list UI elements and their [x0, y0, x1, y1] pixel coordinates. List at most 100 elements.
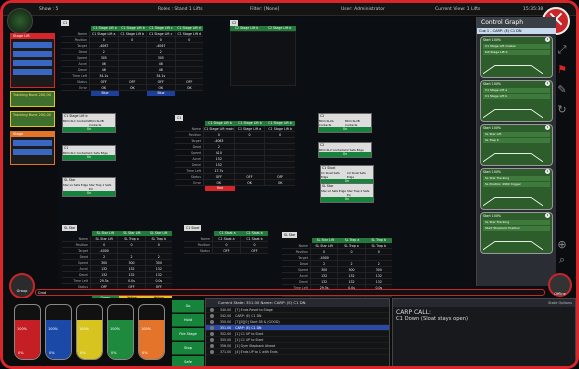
table-cell[interactable]: SL Trap b — [144, 236, 172, 241]
table-cell[interactable]: SL Trap a — [117, 236, 145, 241]
table-cell[interactable] — [264, 150, 296, 155]
lift-item[interactable] — [13, 140, 52, 146]
table-cell[interactable]: 305 — [89, 55, 118, 60]
table-cell[interactable] — [117, 61, 146, 66]
state-options-button[interactable]: State Options — [393, 299, 575, 307]
color-button[interactable]: Red — [205, 186, 235, 191]
table-cell[interactable]: 34.1s — [146, 73, 175, 78]
table-cell[interactable] — [174, 43, 203, 48]
table-cell[interactable]: 0 — [310, 249, 338, 254]
table-cell[interactable]: OFF — [89, 79, 118, 84]
table-cell[interactable]: 0 — [89, 37, 118, 42]
lift-item[interactable] — [13, 149, 52, 155]
side-button[interactable]: Go — [172, 300, 204, 313]
table-cell[interactable] — [174, 49, 203, 54]
tracking-panel-1[interactable]: Tracking Bunk 200,00 — [10, 91, 55, 107]
table-cell[interactable] — [117, 49, 146, 54]
table-cell[interactable]: C1 Sloat a — [212, 236, 240, 241]
table-cell[interactable] — [174, 73, 203, 78]
table-cell[interactable]: 132 — [117, 266, 145, 271]
table-cell[interactable]: 0 — [144, 242, 172, 247]
table-cell[interactable]: 300 — [310, 267, 338, 272]
table-cell[interactable]: 0.0s — [117, 278, 145, 283]
table-cell[interactable]: SL Trap a — [337, 243, 365, 248]
table-cell[interactable]: 46 — [146, 61, 175, 66]
table-cell[interactable]: 0.0s — [144, 278, 172, 283]
table-cell[interactable]: OK — [117, 85, 146, 90]
table-cell[interactable] — [364, 255, 392, 260]
table-cell[interactable]: -4067 — [146, 43, 175, 48]
wrench-icon[interactable]: ✎ — [553, 83, 571, 97]
table-cell[interactable] — [233, 150, 265, 155]
table-cell[interactable]: 0 — [212, 242, 240, 247]
table-cell[interactable]: C1 Stage Lift d — [174, 31, 203, 36]
table-cell[interactable]: 305 — [146, 55, 175, 60]
safety-box[interactable]: C1 Sloat C1 Sloat Safe Edge C2 Sloat Safe… — [320, 165, 374, 185]
side-button[interactable]: Hold — [172, 314, 204, 327]
column-header[interactable]: C2 Stage Lift b — [263, 26, 296, 31]
table-cell[interactable]: 152 — [203, 156, 234, 161]
table-cell[interactable]: 2 — [89, 49, 118, 54]
table-cell[interactable]: OFF — [117, 79, 146, 84]
color-button[interactable]: Blue — [91, 91, 119, 96]
filter-label[interactable]: Filter: [None] — [250, 7, 279, 12]
graph-card[interactable]: Start 100% 1 C1 Stage Lift master Kill Stag… — [480, 36, 553, 78]
table-cell[interactable]: 0 — [233, 132, 265, 137]
table-cell[interactable] — [174, 61, 203, 66]
table-cell[interactable] — [233, 144, 265, 149]
table-cell[interactable]: 0 — [337, 249, 365, 254]
table-cell[interactable]: OK — [174, 85, 203, 90]
cue-row[interactable]: 371.00 [4] Ends UP to C with Ends — [206, 349, 389, 355]
lift-item[interactable] — [13, 51, 52, 57]
table-cell[interactable] — [174, 55, 203, 60]
table-cell[interactable]: 300 — [337, 267, 365, 272]
table-cell[interactable]: OFF — [212, 248, 240, 253]
table-cell[interactable]: 46 — [146, 67, 175, 72]
view-label[interactable]: Current View: 1 Lifts — [435, 7, 480, 12]
table-cell[interactable]: 2 — [144, 254, 172, 259]
lift-item[interactable] — [13, 60, 52, 66]
table-cell[interactable]: OFF — [240, 248, 268, 253]
safety-box[interactable]: C2 MCO-SL2 Contacts C2 Safe Edge On — [318, 142, 372, 158]
table-cell[interactable]: SL Trap b — [364, 243, 392, 248]
table-cell[interactable]: C1 Stage Lift a — [89, 31, 118, 36]
table-cell[interactable]: OK — [89, 85, 118, 90]
zoom-in-icon[interactable]: ⊕ — [553, 238, 571, 252]
column-header[interactable]: C2 Stage Lift b — [230, 26, 263, 31]
table-cell[interactable]: OK — [203, 180, 234, 185]
table-cell[interactable] — [117, 73, 146, 78]
side-button[interactable]: Stop — [172, 342, 204, 355]
table-cell[interactable] — [233, 156, 265, 161]
table-cell[interactable]: 2 — [337, 261, 365, 266]
table-cell[interactable] — [233, 168, 265, 173]
table-cell[interactable]: 2 — [203, 144, 234, 149]
table-cell[interactable] — [174, 67, 203, 72]
table-cell[interactable]: 17.7s — [203, 168, 234, 173]
table-cell[interactable]: 132 — [310, 279, 338, 284]
table-cell[interactable] — [117, 248, 145, 253]
table-cell[interactable]: OFF — [146, 79, 175, 84]
table-cell[interactable]: OFF — [203, 174, 234, 179]
flag-icon[interactable]: ⚑ — [553, 63, 571, 77]
table-cell[interactable] — [233, 162, 265, 167]
table-cell[interactable]: 2 — [364, 261, 392, 266]
table-cell[interactable]: 2 — [310, 261, 338, 266]
table-cell[interactable] — [233, 138, 265, 143]
table-cell[interactable]: OK — [233, 180, 265, 185]
group-button[interactable]: Group — [9, 273, 35, 299]
table-cell[interactable]: 0 — [240, 242, 268, 247]
table-cell[interactable]: 34.1s — [89, 73, 118, 78]
table-cell[interactable]: OFF — [233, 174, 265, 179]
table-cell[interactable] — [117, 43, 146, 48]
safety-box[interactable]: C1 Stage Lift b MCO-SL1 Contacts MCO-SL2B… — [62, 113, 116, 133]
refresh-icon[interactable]: ↻ — [553, 103, 571, 117]
table-cell[interactable] — [264, 144, 296, 149]
table-cell[interactable] — [264, 162, 296, 167]
table-cell[interactable] — [117, 67, 146, 72]
table-cell[interactable]: -4000 — [310, 255, 338, 260]
table-cell[interactable]: 0 — [117, 242, 145, 247]
search-icon[interactable]: ⌕ — [553, 253, 571, 267]
table-cell[interactable]: 46 — [89, 67, 118, 72]
arrow-icon[interactable]: ⤢ — [553, 43, 571, 57]
table-cell[interactable]: 2 — [90, 254, 118, 259]
